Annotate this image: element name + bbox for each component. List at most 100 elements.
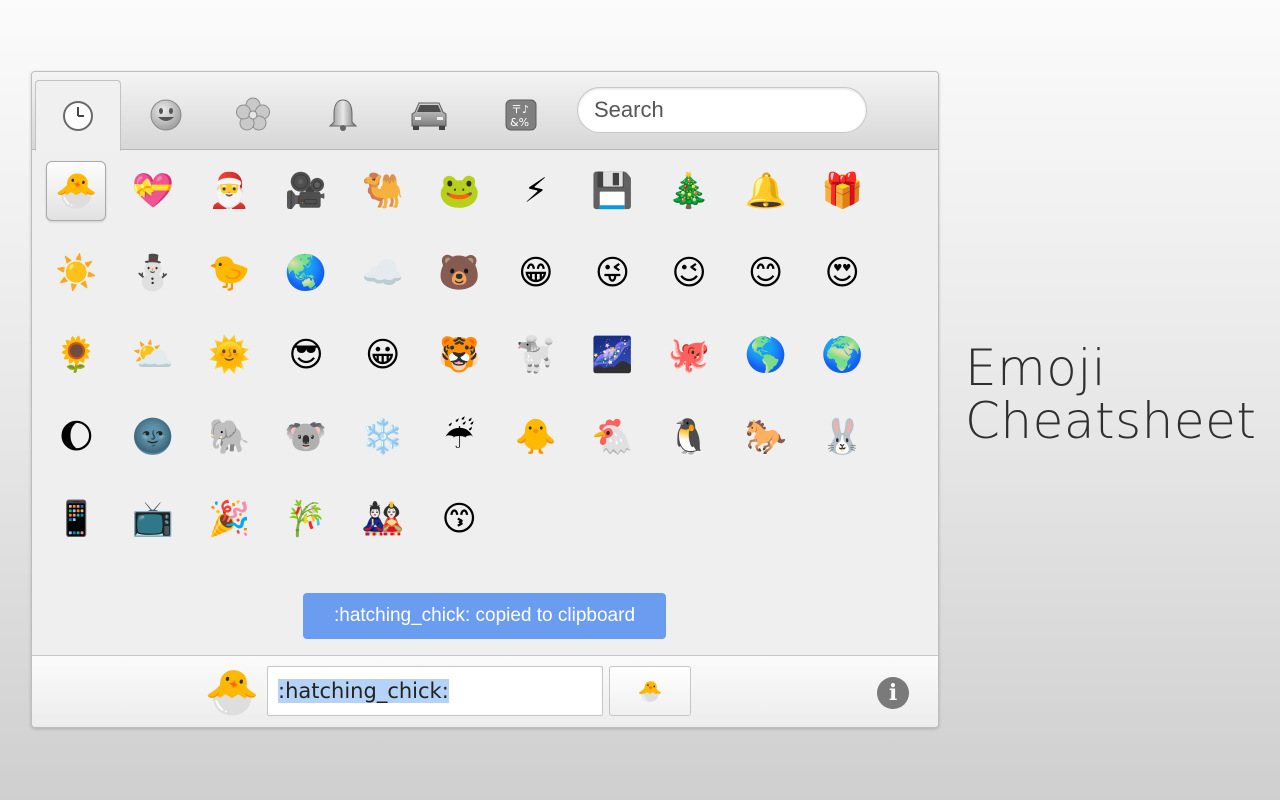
emoji-cell[interactable]: 🌌 [574, 314, 651, 396]
emoji-cell[interactable]: 😍 [804, 232, 881, 314]
emoji-glyph: 💝 [131, 171, 175, 211]
emoji-cell[interactable]: 🌔 [38, 396, 115, 478]
emoji-cell[interactable]: 🐨 [268, 396, 345, 478]
emoji-cell[interactable]: 🐔 [574, 396, 651, 478]
emoji-glyph: 🐤 [208, 253, 251, 293]
emoji-cell[interactable]: ☁️ [344, 232, 421, 314]
emoji-glyph: 🐘 [208, 417, 251, 457]
emoji-cell[interactable]: 😙 [421, 478, 498, 560]
emoji-cell[interactable]: 🐸 [421, 150, 498, 232]
emoji-cell[interactable]: 🐣 [38, 150, 115, 232]
selected-emoji-preview: 🐣 [204, 668, 260, 717]
search-input[interactable] [577, 87, 867, 133]
emoji-glyph: 🎄 [667, 171, 711, 211]
symbols-icon: 〒♪ &% [505, 99, 537, 130]
emoji-glyph: 🌞 [208, 335, 251, 375]
emoji-grid: 🐣 💝 🎅 🎥 🐫 🐸 ⚡ 💾 🎄 🔔 🎁 ☀️ ⛄ 🐤 🌏 ☁️ 🐻 😁 😜 😉 😊 😍 🌻 ⛅ 🌞 😎 😀 🐯 🐩 🌌 🐙 🌎 🌍 🌔 🌚 🐘 🐨 ❄… [38, 150, 898, 560]
emoji-cell[interactable]: 🌻 [38, 314, 115, 396]
toast-text: :hatching_chick: copied to clipboard [333, 605, 636, 626]
smiley-icon [150, 99, 182, 130]
copy-emoji-button[interactable]: 🐣 [609, 666, 691, 716]
emoji-cell[interactable]: 🌏 [268, 232, 345, 314]
car-icon [411, 102, 447, 130]
emoji-cell[interactable]: 🎅 [191, 150, 268, 232]
emoji-glyph: 🐣 [46, 161, 107, 221]
emoji-cell[interactable]: 🎉 [191, 478, 268, 560]
emoji-cell[interactable]: 🔔 [727, 150, 804, 232]
emoji-cell[interactable]: 📱 [38, 478, 115, 560]
emoji-glyph: 😜 [594, 253, 631, 293]
emoji-cell[interactable]: 🐎 [727, 396, 804, 478]
emoji-glyph: 😉 [671, 253, 707, 293]
emoji-cell[interactable]: 🐫 [344, 150, 421, 232]
emoji-cell[interactable]: 🎥 [268, 150, 345, 232]
emoji-cell[interactable]: 📺 [115, 478, 192, 560]
emoji-cell[interactable]: 🐙 [651, 314, 728, 396]
emoji-cell[interactable]: 🐩 [498, 314, 575, 396]
emoji-cell[interactable]: 🌍 [804, 314, 881, 396]
emoji-cell[interactable]: 🎋 [268, 478, 345, 560]
emoji-glyph: 😙 [441, 499, 477, 539]
tab-symbols[interactable]: 〒♪ &% [479, 80, 563, 149]
info-icon[interactable]: i [877, 677, 909, 709]
emoji-cell[interactable]: 🐥 [498, 396, 575, 478]
category-toolbar: 〒♪ &% [32, 72, 938, 151]
emoji-glyph: 🌚 [131, 417, 175, 457]
emoji-cell[interactable]: 😀 [344, 314, 421, 396]
emoji-glyph: 🎎 [361, 499, 404, 539]
emoji-cell[interactable]: ⛄ [115, 232, 192, 314]
emoji-glyph: 🎅 [208, 171, 251, 211]
emoji-glyph: 🐎 [744, 417, 787, 457]
emoji-glyph: 🐰 [821, 417, 864, 457]
emoji-cell[interactable]: 🎎 [344, 478, 421, 560]
emoji-cell[interactable]: 😊 [727, 232, 804, 314]
emoji-code-field[interactable]: :hatching_chick: [267, 666, 603, 716]
emoji-glyph: 🐩 [514, 335, 558, 375]
emoji-cell[interactable]: 🌎 [727, 314, 804, 396]
tab-people[interactable] [124, 80, 208, 149]
emoji-cell[interactable]: 💾 [574, 150, 651, 232]
emoji-cell[interactable]: ⛅ [115, 314, 192, 396]
emoji-glyph: ☀️ [55, 253, 98, 293]
emoji-cell[interactable]: 🎁 [804, 150, 881, 232]
emoji-glyph: 📱 [55, 499, 98, 539]
emoji-cell[interactable]: ⚡ [498, 150, 575, 232]
emoji-glyph: ☔ [444, 417, 475, 457]
emoji-glyph: 🐨 [284, 417, 328, 457]
emoji-cell[interactable]: 🐰 [804, 396, 881, 478]
emoji-glyph: 😁 [518, 253, 554, 293]
emoji-cell[interactable]: 🐯 [421, 314, 498, 396]
emoji-glyph: 🐻 [438, 253, 481, 293]
emoji-code-text: :hatching_chick: [278, 679, 449, 703]
emoji-cell[interactable]: 💝 [115, 150, 192, 232]
emoji-glyph: 🎁 [821, 171, 864, 211]
emoji-cell[interactable]: 😉 [651, 232, 728, 314]
tab-recent[interactable] [35, 80, 121, 151]
emoji-picker-panel: 〒♪ &% 🐣 💝 🎅 🎥 🐫 🐸 ⚡ 💾 🎄 🔔 🎁 ☀️ ⛄ 🐤 🌏 ☁️ 🐻 😁 😜 😉 😊 😍 🌻 ⛅ 🌞 😎 😀 🐯 🐩 🌌 🐙 🌎… [31, 71, 939, 728]
emoji-glyph: ☁️ [361, 253, 404, 293]
emoji-cell[interactable]: 😎 [268, 314, 345, 396]
emoji-cell[interactable]: ❄️ [344, 396, 421, 478]
emoji-glyph: 🌏 [284, 253, 328, 293]
emoji-cell[interactable]: 🐤 [191, 232, 268, 314]
emoji-cell[interactable]: 🐧 [651, 396, 728, 478]
emoji-glyph: 🌔 [58, 417, 95, 457]
emoji-cell[interactable]: 🌚 [115, 396, 192, 478]
emoji-cell[interactable]: 😜 [574, 232, 651, 314]
emoji-glyph: 🌍 [821, 335, 864, 375]
tab-objects[interactable] [301, 80, 385, 149]
tab-nature[interactable] [211, 80, 295, 149]
emoji-cell[interactable]: 😁 [498, 232, 575, 314]
emoji-cell[interactable]: 🐻 [421, 232, 498, 314]
emoji-cell[interactable]: ☀️ [38, 232, 115, 314]
emoji-glyph: 🎋 [284, 499, 328, 539]
emoji-glyph: 😀 [364, 335, 401, 375]
emoji-glyph: 😎 [288, 335, 324, 375]
emoji-glyph: 😍 [824, 253, 860, 293]
emoji-cell[interactable]: ☔ [421, 396, 498, 478]
app-title-line-1: Emoji [965, 339, 1107, 397]
emoji-cell[interactable]: 🌞 [191, 314, 268, 396]
emoji-cell[interactable]: 🎄 [651, 150, 728, 232]
tab-places[interactable] [387, 80, 471, 149]
emoji-cell[interactable]: 🐘 [191, 396, 268, 478]
